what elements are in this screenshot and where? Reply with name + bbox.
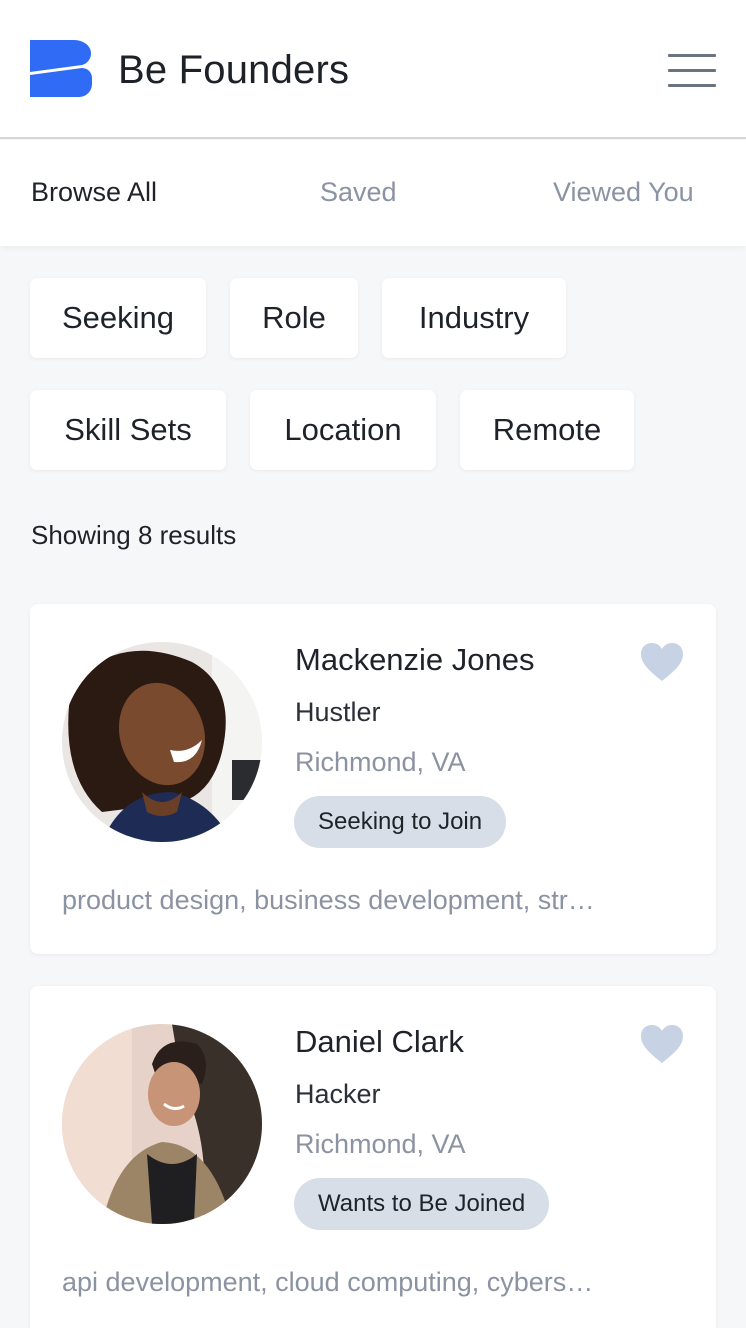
heart-icon[interactable] — [640, 642, 684, 682]
results-count: Showing 8 results — [31, 520, 237, 550]
app-header: Be Founders — [0, 0, 746, 139]
tab-viewed-you[interactable]: Viewed You — [553, 174, 694, 210]
filter-industry-button[interactable]: Industry — [382, 278, 566, 358]
profile-skills: product design, business development, st… — [62, 885, 595, 915]
hamburger-menu-icon[interactable] — [666, 52, 718, 88]
profile-card[interactable]: Daniel Clark Hacker Richmond, VA Wants t… — [30, 986, 716, 1328]
filter-skill-sets-button[interactable]: Skill Sets — [30, 390, 226, 470]
brand-name[interactable]: Be Founders — [118, 44, 349, 96]
profile-location: Richmond, VA — [295, 747, 466, 777]
profile-name[interactable]: Mackenzie Jones — [295, 640, 535, 680]
tab-browse-all[interactable]: Browse All — [31, 174, 157, 210]
profile-location: Richmond, VA — [295, 1129, 466, 1159]
tab-bar: Browse All Saved Viewed You — [0, 140, 746, 246]
filter-seeking-button[interactable]: Seeking — [30, 278, 206, 358]
profile-role: Hustler — [295, 697, 381, 727]
profile-skills: api development, cloud computing, cybers… — [62, 1267, 594, 1297]
status-badge: Seeking to Join — [294, 796, 507, 848]
profile-name[interactable]: Daniel Clark — [295, 1022, 464, 1062]
profile-role: Hacker — [295, 1079, 381, 1109]
tab-saved[interactable]: Saved — [320, 174, 397, 210]
profile-card[interactable]: Mackenzie Jones Hustler Richmond, VA See… — [30, 604, 716, 954]
status-badge: Wants to Be Joined — [294, 1178, 550, 1230]
heart-icon[interactable] — [640, 1024, 684, 1064]
filter-location-button[interactable]: Location — [250, 390, 436, 470]
avatar[interactable] — [62, 642, 262, 842]
be-founders-logo-icon[interactable] — [30, 40, 92, 97]
avatar[interactable] — [62, 1024, 262, 1224]
filter-role-button[interactable]: Role — [230, 278, 358, 358]
filter-remote-button[interactable]: Remote — [460, 390, 634, 470]
